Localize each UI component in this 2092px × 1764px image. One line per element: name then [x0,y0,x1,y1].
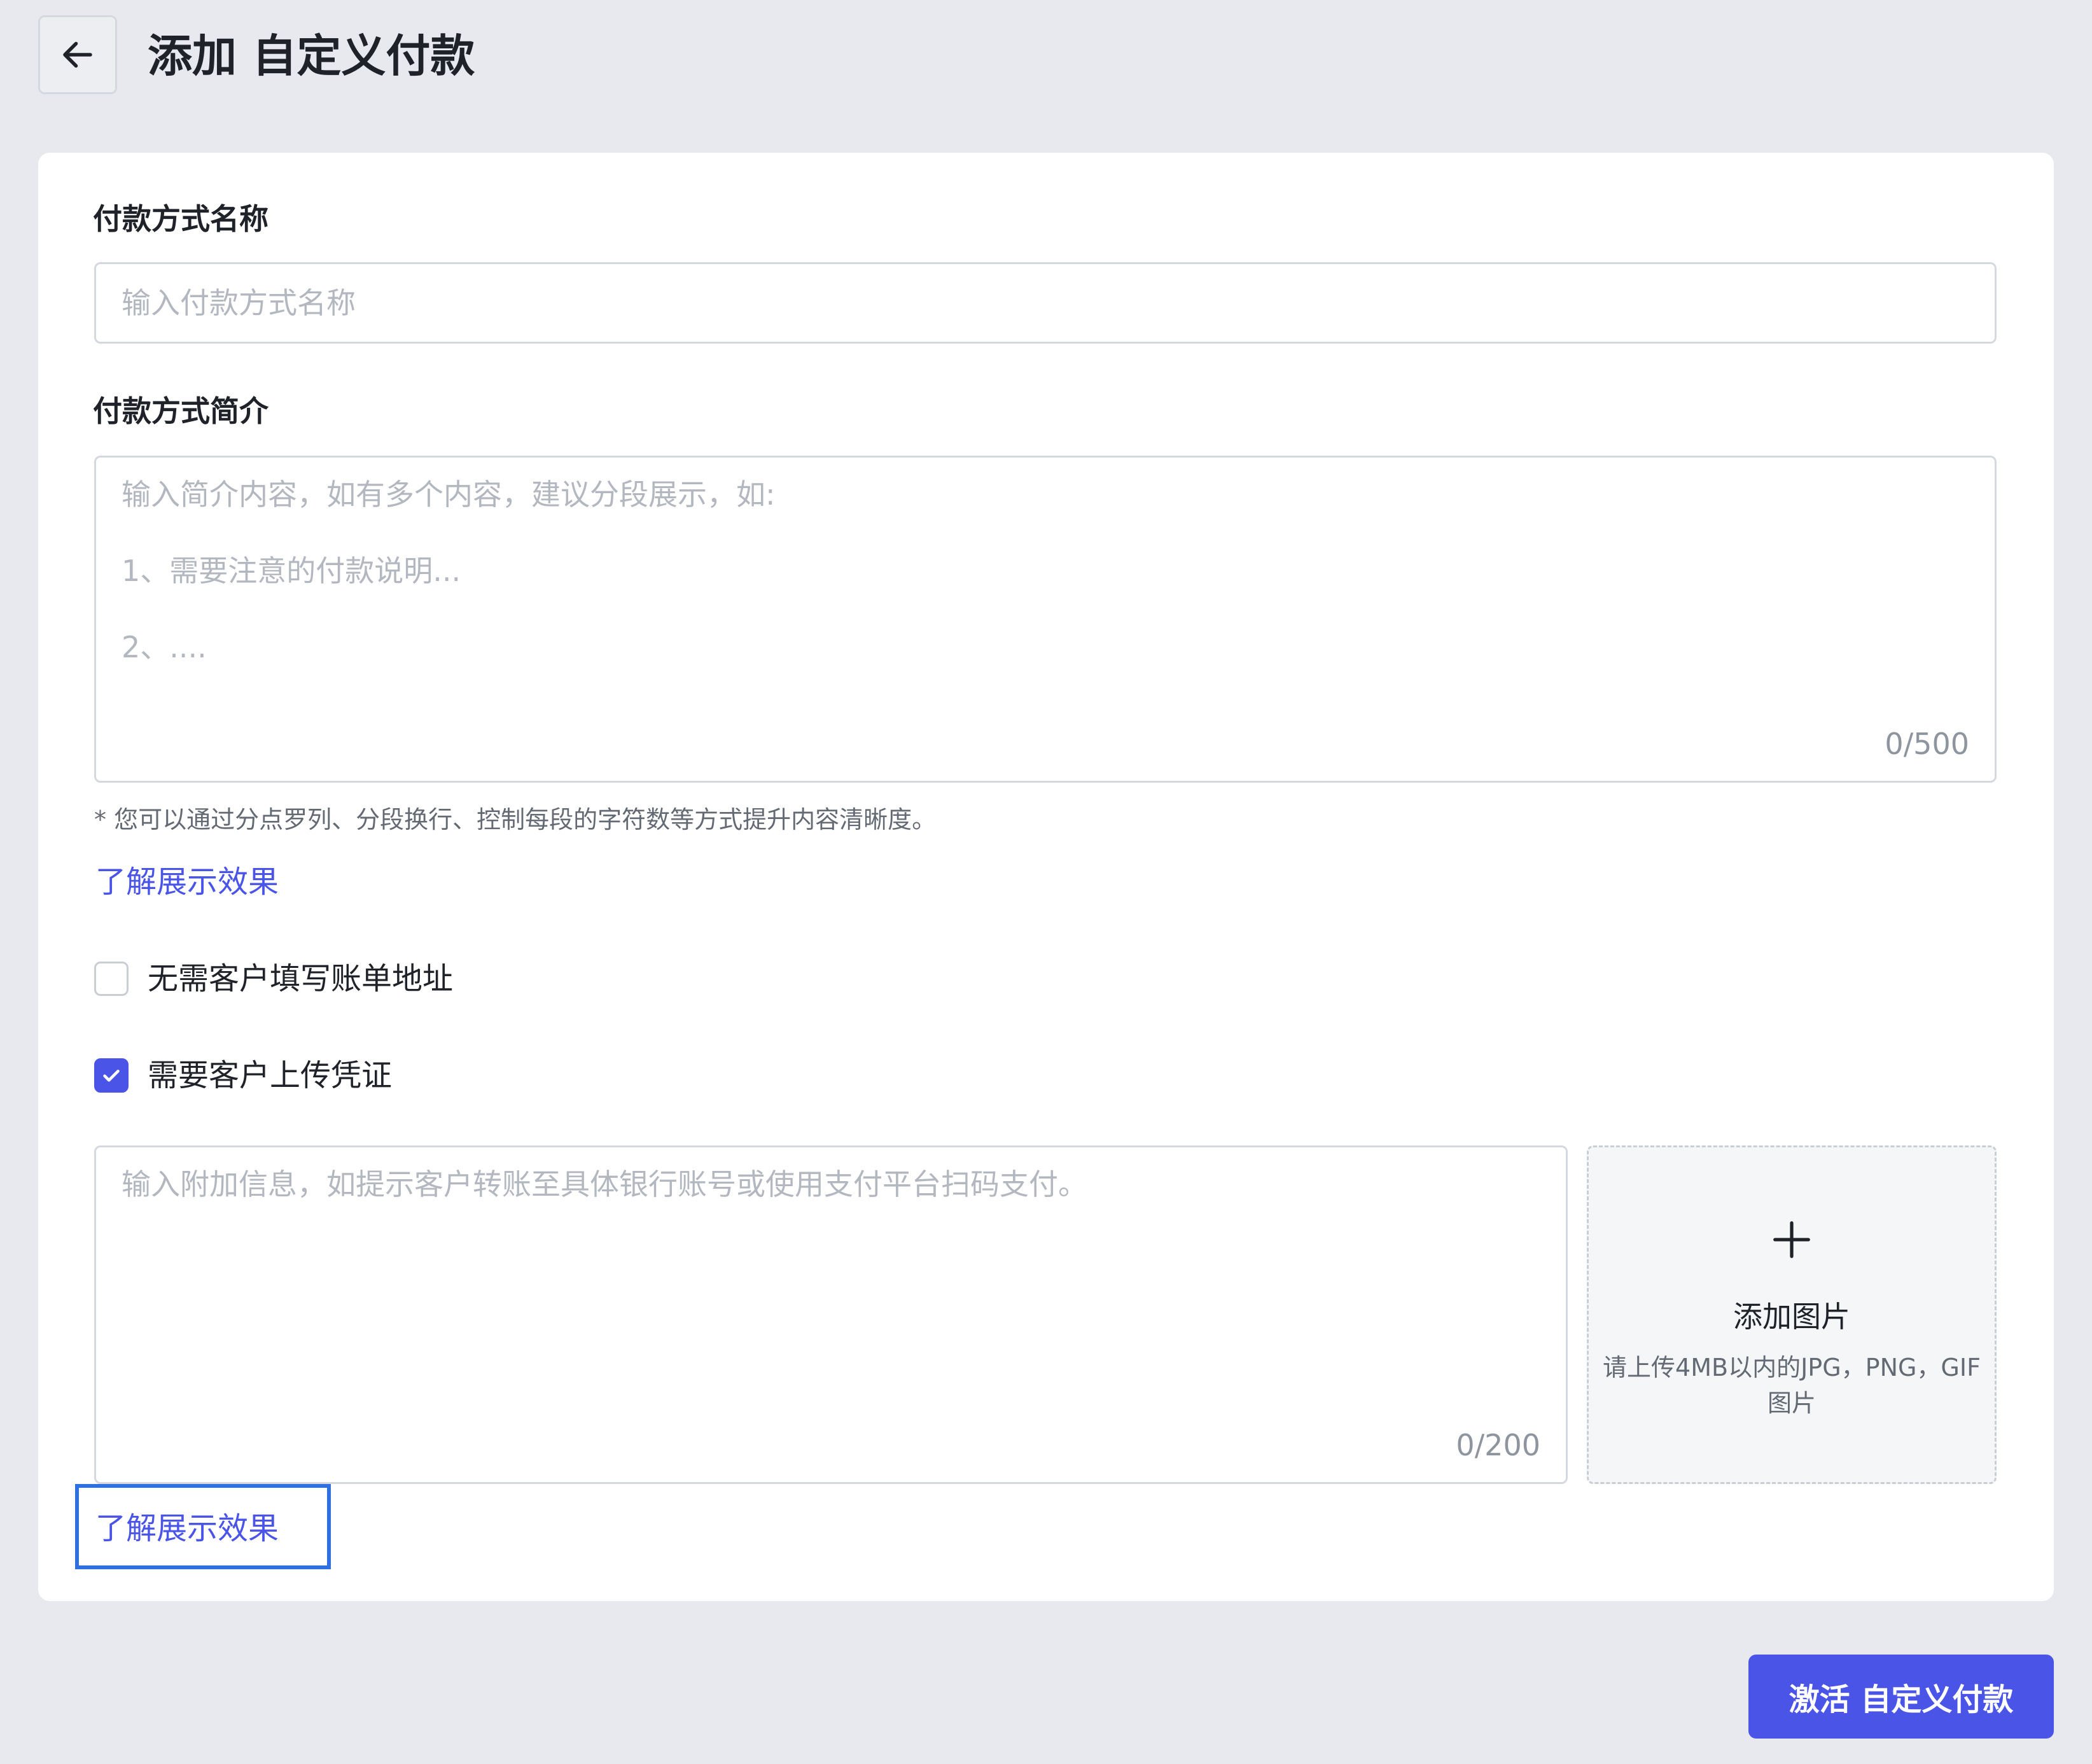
activate-custom-payment-button[interactable]: 激活 自定义付款 [1748,1655,2054,1739]
require-voucher-label: 需要客户上传凭证 [148,1058,393,1093]
add-image-upload[interactable]: 添加图片 请上传4MB以内的JPG，PNG，GIF图片 [1587,1145,1997,1484]
page-title: 添加 自定义付款 [148,30,475,82]
payment-name-label: 付款方式名称 [93,202,268,236]
extra-info-textarea[interactable]: 输入附加信息，如提示客户转账至具体银行账号或使用支付平台扫码支付。 0/200 [94,1145,1568,1484]
no-billing-address-label: 无需客户填写账单地址 [148,961,454,997]
intro-placeholder-line: 输入简介内容，如有多个内容，建议分段展示，如: [122,477,776,512]
check-icon [103,1070,120,1082]
intro-char-counter: 0/500 [1885,727,1969,761]
plus-icon [1773,1221,1810,1258]
require-voucher-checkbox[interactable] [94,1058,129,1093]
add-image-description: 请上传4MB以内的JPG，PNG，GIF图片 [1603,1354,1981,1417]
payment-intro-textarea[interactable]: 输入简介内容，如有多个内容，建议分段展示，如: 1、需要注意的付款说明... 2… [94,456,1997,783]
intro-placeholder: 输入简介内容，如有多个内容，建议分段展示，如: 1、需要注意的付款说明... 2… [122,475,1969,666]
require-voucher-option[interactable]: 需要客户上传凭证 [94,1055,392,1096]
no-billing-address-option[interactable]: 无需客户填写账单地址 [94,958,453,999]
back-button[interactable] [38,15,117,94]
intro-placeholder-line: 2、.... [122,630,207,664]
intro-placeholder-line [122,514,1969,552]
intro-placeholder-line: 1、需要注意的付款说明... [122,554,461,588]
extra-info-char-counter: 0/200 [1456,1428,1540,1462]
extra-info-placeholder-text: 输入附加信息，如提示客户转账至具体银行账号或使用支付平台扫码支付。 [122,1167,1087,1201]
payment-name-input[interactable] [94,262,1997,344]
learn-display-effect-link[interactable]: 了解展示效果 [95,862,279,902]
no-billing-address-checkbox[interactable] [94,962,129,996]
arrow-left-icon [59,36,97,74]
extra-info-placeholder: 输入附加信息，如提示客户转账至具体银行账号或使用支付平台扫码支付。 [122,1165,1540,1203]
intro-hint-text: * 您可以通过分点罗列、分段换行、控制每段的字符数等方式提升内容清晰度。 [94,806,937,834]
learn-display-effect-link-2[interactable]: 了解展示效果 [95,1508,279,1549]
payment-intro-label: 付款方式简介 [93,394,268,428]
add-image-title: 添加图片 [1733,1299,1850,1334]
intro-placeholder-line [122,590,1969,628]
